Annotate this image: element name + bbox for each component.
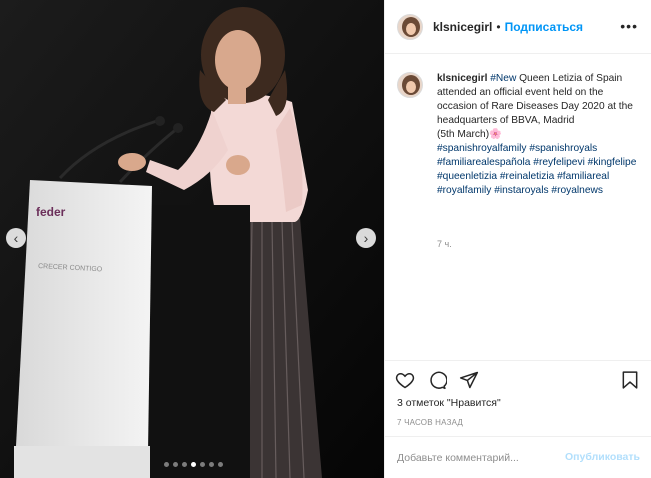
share-icon[interactable] bbox=[459, 370, 479, 390]
hashtag-link[interactable]: #familiarealespañola bbox=[437, 157, 530, 168]
carousel-dots bbox=[164, 462, 223, 467]
caption-hashtags: #spanishroyalfamily #spanishroyals #fami… bbox=[437, 143, 636, 196]
likes-count[interactable]: 3 отметок "Нравится" bbox=[397, 397, 501, 409]
podium-logo: feder bbox=[36, 205, 66, 219]
header-username[interactable]: klsnicegirl bbox=[433, 20, 492, 34]
post-photo[interactable]: feder CRECER CONTIGO ‹ › bbox=[0, 0, 384, 478]
more-options-icon[interactable]: ••• bbox=[620, 18, 638, 34]
add-comment-bar: Опубликовать bbox=[385, 436, 651, 478]
hashtag-link[interactable]: #kingfelipe bbox=[588, 157, 637, 168]
follow-button[interactable]: Подписаться bbox=[505, 20, 583, 34]
hashtag-link[interactable]: #instaroyals bbox=[494, 185, 548, 196]
hashtag-link[interactable]: #reinaletizia bbox=[500, 171, 554, 182]
carousel-dot bbox=[164, 462, 169, 467]
posted-ago[interactable]: 7 ЧАСОВ НАЗАД bbox=[397, 418, 463, 427]
caption-text: klsnicegirl #New Queen Letizia of Spain … bbox=[437, 72, 643, 198]
caption-time: 7 ч. bbox=[437, 239, 452, 249]
caption-username[interactable]: klsnicegirl bbox=[437, 73, 487, 84]
carousel-dot bbox=[209, 462, 214, 467]
chevron-left-icon: ‹ bbox=[13, 230, 19, 246]
publish-button[interactable]: Опубликовать bbox=[565, 451, 640, 463]
actions-bar bbox=[385, 360, 651, 390]
flower-emoji-icon: 🌸 bbox=[489, 129, 502, 140]
post-photo-illustration: feder CRECER CONTIGO bbox=[0, 0, 384, 478]
carousel-dot bbox=[191, 462, 196, 467]
hashtag-link[interactable]: #reyfelipevi bbox=[533, 157, 585, 168]
bookmark-icon[interactable] bbox=[620, 370, 640, 390]
carousel-next-button[interactable]: › bbox=[356, 228, 376, 248]
header-separator: • bbox=[496, 19, 501, 34]
post-sidebar: klsnicegirl • Подписаться ••• klsnicegir… bbox=[384, 0, 651, 478]
caption-lead-tag[interactable]: #New bbox=[490, 73, 516, 84]
hashtag-link[interactable]: #royalnews bbox=[551, 185, 603, 196]
carousel-dot bbox=[218, 462, 223, 467]
caption-avatar[interactable] bbox=[397, 72, 423, 98]
hashtag-link[interactable]: #spanishroyalfamily bbox=[437, 143, 526, 154]
heart-icon[interactable] bbox=[395, 370, 415, 390]
chevron-right-icon: › bbox=[363, 230, 369, 246]
comment-bubble-icon[interactable] bbox=[427, 370, 447, 390]
post-header: klsnicegirl • Подписаться ••• bbox=[385, 0, 651, 54]
avatar[interactable] bbox=[397, 13, 423, 40]
caption-date: (5th March) bbox=[437, 129, 490, 140]
carousel-dot bbox=[200, 462, 205, 467]
hashtag-link[interactable]: #familiareal bbox=[557, 171, 609, 182]
caption-comment: klsnicegirl #New Queen Letizia of Spain … bbox=[397, 72, 643, 198]
hashtag-link[interactable]: #spanishroyals bbox=[529, 143, 597, 154]
carousel-dot bbox=[173, 462, 178, 467]
carousel-prev-button[interactable]: ‹ bbox=[6, 228, 26, 248]
hashtag-link[interactable]: #royalfamily bbox=[437, 185, 491, 196]
carousel-dot bbox=[182, 462, 187, 467]
hashtag-link[interactable]: #queenletizia bbox=[437, 171, 497, 182]
comment-input[interactable] bbox=[397, 451, 547, 464]
